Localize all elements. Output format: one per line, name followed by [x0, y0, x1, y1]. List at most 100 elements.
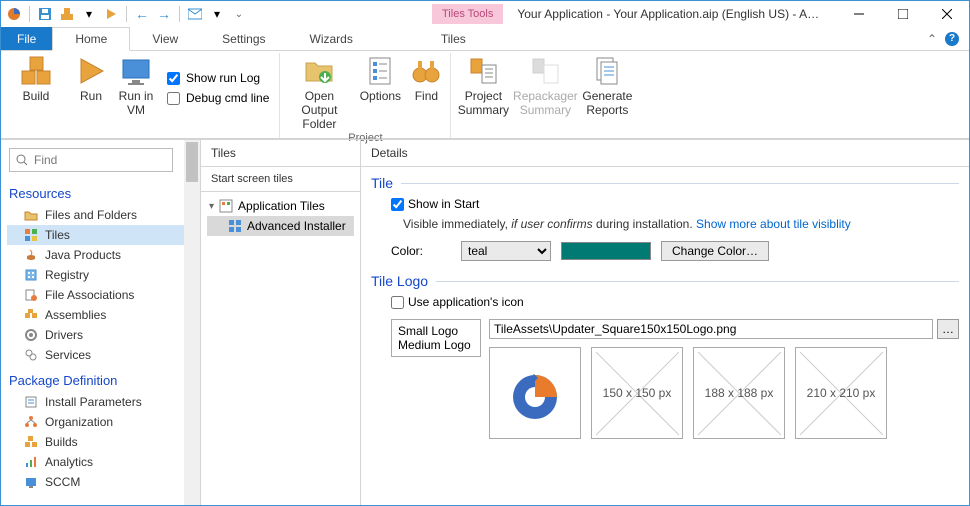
options-icon [364, 55, 396, 87]
tab-wizards[interactable]: Wizards [288, 27, 375, 50]
sidebar-item-organization[interactable]: Organization [7, 412, 194, 432]
run-button[interactable]: Run [73, 53, 109, 123]
resources-heading: Resources [7, 182, 194, 205]
file-tab[interactable]: File [1, 27, 52, 50]
quick-access-toolbar: ▾ ← → ▾ ⌄ [1, 5, 252, 23]
expand-icon[interactable]: ▾ [209, 201, 214, 212]
change-color-button[interactable]: Change Color… [661, 241, 769, 261]
sidebar-item-install-params[interactable]: Install Parameters [7, 392, 194, 412]
logo-size-medium[interactable]: Medium Logo [398, 338, 474, 352]
build-icon [20, 55, 52, 87]
file-assoc-icon [23, 287, 39, 303]
tree-root[interactable]: ▾ Application Tiles [207, 196, 354, 216]
folder-icon [23, 207, 39, 223]
search-icon [16, 154, 28, 166]
tile-logo-section-head: Tile Logo [361, 265, 969, 291]
ribbon-tab-strip: File Home View Settings Wizards Tiles ⌃ … [1, 27, 969, 51]
logo-size-list[interactable]: Small Logo Medium Logo [391, 319, 481, 357]
app-tiles-icon [218, 198, 234, 214]
options-button[interactable]: Options [358, 53, 402, 131]
repackager-summary-button: Repackager Summary [515, 53, 575, 123]
build-button[interactable]: Build [11, 53, 61, 123]
tile-preview-210[interactable]: 210 x 210 px [795, 347, 887, 439]
find-input[interactable]: Find [9, 148, 173, 172]
project-summary-button[interactable]: Project Summary [457, 53, 509, 123]
mail-icon[interactable] [186, 5, 204, 23]
sidebar-item-assemblies[interactable]: Assemblies [7, 305, 194, 325]
show-run-log-checkbox[interactable]: Show run Log [167, 71, 269, 85]
project-summary-label: Project Summary [458, 89, 509, 117]
visibility-link[interactable]: Show more about tile visiblity [696, 217, 851, 231]
sidebar-item-file-assoc[interactable]: File Associations [7, 285, 194, 305]
visibility-text: Visible immediately, if user confirms du… [361, 215, 969, 237]
sidebar-item-java[interactable]: Java Products [7, 245, 194, 265]
sidebar-item-services[interactable]: Services [7, 345, 194, 365]
debug-cmd-label: Debug cmd line [186, 91, 269, 105]
ribbon: Build Run Run in VM Show run Log Debug c… [1, 51, 969, 139]
use-app-icon-label: Use application's icon [408, 295, 524, 309]
tab-tiles[interactable]: Tiles [419, 27, 488, 50]
show-in-start-checkbox[interactable]: Show in Start [361, 193, 969, 215]
sidebar-item-analytics[interactable]: Analytics [7, 452, 194, 472]
params-icon [23, 394, 39, 410]
close-button[interactable] [925, 1, 969, 27]
sidebar-item-sccm[interactable]: SCCM [7, 472, 194, 492]
tile-preview-logo[interactable] [489, 347, 581, 439]
analytics-icon [23, 454, 39, 470]
back-icon[interactable]: ← [133, 5, 151, 23]
tab-home[interactable]: Home [52, 27, 130, 51]
tile-preview-150[interactable]: 150 x 150 px [591, 347, 683, 439]
build-icon[interactable] [58, 5, 76, 23]
registry-icon [23, 267, 39, 283]
help-icon[interactable]: ? [945, 32, 959, 46]
app-icon[interactable] [5, 5, 23, 23]
tile-section-head: Tile [361, 167, 969, 193]
org-icon [23, 414, 39, 430]
sidebar-scrollbar[interactable] [184, 140, 200, 505]
run-icon[interactable] [102, 5, 120, 23]
sidebar-item-tiles[interactable]: Tiles [7, 225, 194, 245]
debug-cmd-checkbox[interactable]: Debug cmd line [167, 91, 269, 105]
tiles-icon [23, 227, 39, 243]
collapse-ribbon-icon[interactable]: ⌃ [927, 32, 937, 46]
repackager-icon [529, 55, 561, 87]
sidebar-item-drivers[interactable]: Drivers [7, 325, 194, 345]
drivers-icon [23, 327, 39, 343]
run-in-vm-button[interactable]: Run in VM [115, 53, 157, 123]
minimize-button[interactable] [837, 1, 881, 27]
forward-icon[interactable]: → [155, 5, 173, 23]
tab-settings[interactable]: Settings [200, 27, 287, 50]
use-app-icon-checkbox[interactable]: Use application's icon [361, 291, 969, 313]
details-panel: Details Tile Show in Start Visible immed… [361, 140, 969, 505]
dropdown-caret-icon[interactable]: ▾ [80, 5, 98, 23]
logo-size-small[interactable]: Small Logo [398, 324, 474, 338]
browse-button[interactable]: … [937, 319, 959, 339]
qat-customize-icon[interactable]: ⌄ [230, 5, 248, 23]
reports-icon [591, 55, 623, 87]
services-icon [23, 347, 39, 363]
tab-view[interactable]: View [130, 27, 200, 50]
find-button[interactable]: Find [408, 53, 444, 131]
sidebar-item-builds[interactable]: Builds [7, 432, 194, 452]
builds-icon [23, 434, 39, 450]
find-label: Find [415, 89, 438, 103]
dropdown-caret-icon[interactable]: ▾ [208, 5, 226, 23]
open-output-folder-button[interactable]: Open Output Folder [286, 53, 352, 131]
show-run-log-label: Show run Log [186, 71, 260, 85]
maximize-button[interactable] [881, 1, 925, 27]
save-icon[interactable] [36, 5, 54, 23]
titlebar: ▾ ← → ▾ ⌄ Tiles Tools Your Application -… [1, 1, 969, 27]
reports-label: Generate Reports [582, 89, 632, 117]
color-select[interactable]: teal [461, 241, 551, 261]
tree-child[interactable]: Advanced Installer [207, 216, 354, 236]
find-placeholder: Find [34, 153, 57, 167]
generate-reports-button[interactable]: Generate Reports [581, 53, 633, 123]
sidebar-item-files-folders[interactable]: Files and Folders [7, 205, 194, 225]
sidebar: Find Resources Files and Folders Tiles J… [1, 140, 201, 505]
logo-path-input[interactable] [489, 319, 933, 339]
run-label: Run [80, 89, 102, 103]
show-in-start-label: Show in Start [408, 197, 479, 211]
sidebar-item-registry[interactable]: Registry [7, 265, 194, 285]
tile-preview-188[interactable]: 188 x 188 px [693, 347, 785, 439]
sccm-icon [23, 474, 39, 490]
